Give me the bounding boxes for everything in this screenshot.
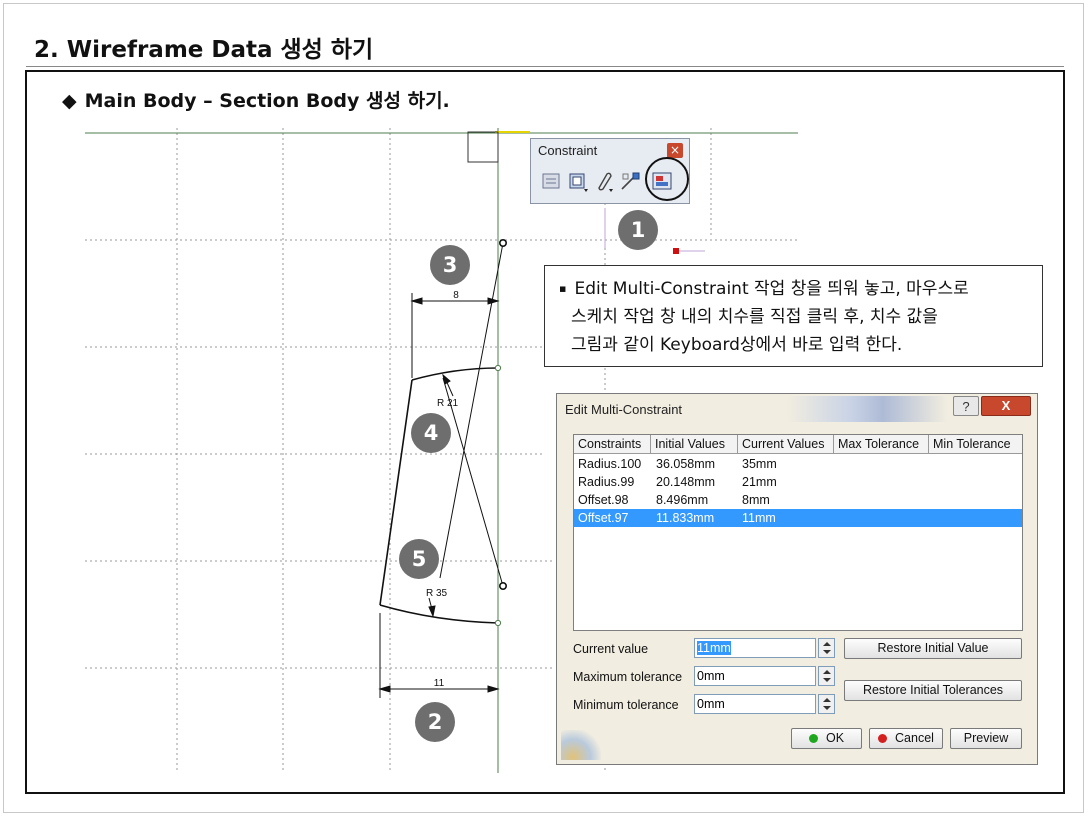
section-heading-text: Main Body – Section Body 생성 하기.	[84, 90, 450, 112]
animate-constraint-icon[interactable]	[619, 170, 641, 192]
table-row[interactable]: Radius.99 20.148mm 21mm	[574, 473, 1022, 491]
title-underline	[26, 66, 1064, 67]
row-constraint-name: Offset.98	[578, 493, 629, 507]
dimension-upper-radius-label[interactable]: R 21	[437, 398, 459, 409]
callout-2: 2	[415, 702, 455, 742]
dimension-bottom-width-label[interactable]: 11	[434, 678, 445, 689]
callout-5: 5	[399, 539, 439, 579]
constraint-dialog-icon[interactable]	[541, 170, 563, 192]
constraint-toolbar-title: Constraint	[538, 143, 598, 158]
diamond-bullet-icon: ◆	[62, 90, 77, 112]
table-row-selected[interactable]: Offset.97 11.833mm 11mm	[574, 509, 1022, 527]
row-initial-value: 20.148mm	[656, 475, 716, 489]
spin-up-icon[interactable]	[823, 698, 831, 702]
restore-initial-value-button[interactable]: Restore Initial Value	[844, 638, 1022, 659]
max-tolerance-spinner[interactable]	[818, 666, 835, 686]
callout-4: 4	[411, 413, 451, 453]
cancel-dot-icon	[878, 734, 888, 743]
row-current-value: 8mm	[742, 493, 770, 507]
constraint-list-header: Constraints Initial Values Current Value…	[574, 435, 1022, 454]
min-tolerance-input[interactable]: 0mm	[694, 694, 816, 714]
column-header-initial-values[interactable]: Initial Values	[651, 435, 738, 454]
edit-multi-constraint-dialog[interactable]: Edit Multi-Constraint ? X Constraints In…	[556, 393, 1038, 765]
spin-up-icon[interactable]	[823, 642, 831, 646]
dimension-top-width-label[interactable]: 8	[453, 290, 459, 301]
column-header-current-values[interactable]: Current Values	[738, 435, 834, 454]
current-value-spinner[interactable]	[818, 638, 835, 658]
callout-3: 3	[430, 245, 470, 285]
edit-multi-constraint-highlight	[645, 157, 689, 201]
spin-up-icon[interactable]	[823, 670, 831, 674]
row-current-value: 11mm	[742, 511, 776, 525]
table-row[interactable]: Offset.98 8.496mm 8mm	[574, 491, 1022, 509]
dimension-lower-radius[interactable]	[428, 597, 436, 618]
help-icon[interactable]: ?	[953, 396, 979, 416]
sketch-origin-box	[467, 131, 499, 163]
row-initial-value: 11.833mm	[656, 511, 715, 525]
constraint-list[interactable]: Constraints Initial Values Current Value…	[573, 434, 1023, 631]
toolbar-close-icon[interactable]: ×	[667, 143, 683, 158]
callout-1: 1	[618, 210, 658, 250]
column-header-max-tolerance[interactable]: Max Tolerance	[834, 435, 929, 454]
preview-button[interactable]: Preview	[950, 728, 1022, 749]
ok-button-label: OK	[825, 731, 845, 745]
dimension-upper-radius[interactable]	[442, 373, 454, 397]
fix-together-icon[interactable]	[593, 170, 615, 192]
note-line-2: 스케치 작업 창 내의 치수를 직접 클릭 후, 치수 값을	[571, 307, 938, 327]
column-header-min-tolerance[interactable]: Min Tolerance	[929, 435, 1022, 454]
square-bullet-icon: ▪	[559, 282, 567, 295]
dialog-corner-decoration	[561, 730, 601, 760]
page-title: 2. Wireframe Data 생성 하기	[34, 37, 374, 63]
ok-button[interactable]: OK	[791, 728, 862, 749]
row-initial-value: 36.058mm	[656, 457, 716, 471]
ok-dot-icon	[808, 734, 818, 743]
max-tolerance-input[interactable]: 0mm	[694, 666, 816, 686]
restore-initial-tolerances-button[interactable]: Restore Initial Tolerances	[844, 680, 1022, 701]
section-heading: ◆ Main Body – Section Body 생성 하기.	[62, 86, 450, 113]
column-header-constraints[interactable]: Constraints	[574, 435, 651, 454]
min-tolerance-spinner[interactable]	[818, 694, 835, 714]
table-row[interactable]: Radius.100 36.058mm 35mm	[574, 455, 1022, 473]
note-line-1: Edit Multi-Constraint 작업 창을 띄워 놓고, 마우스로	[574, 279, 969, 299]
titlebar-gradient	[787, 396, 947, 422]
dimension-lower-radius-label[interactable]: R 35	[426, 588, 448, 599]
row-constraint-name: Offset.97	[578, 511, 629, 525]
dialog-title: Edit Multi-Constraint	[565, 402, 683, 417]
note-line-3: 그림과 같이 Keyboard상에서 바로 입력 한다.	[571, 335, 903, 355]
min-tolerance-label: Minimum tolerance	[573, 698, 679, 712]
dialog-close-icon[interactable]: X	[981, 396, 1031, 416]
contact-constraint-icon[interactable]	[567, 170, 589, 192]
spin-down-icon[interactable]	[823, 650, 831, 654]
instruction-note-text: ▪ Edit Multi-Constraint 작업 창을 띄워 놓고, 마우스로…	[559, 275, 1034, 359]
row-initial-value: 8.496mm	[656, 493, 709, 507]
construction-lines	[439, 242, 504, 587]
spin-down-icon[interactable]	[823, 706, 831, 710]
row-current-value: 21mm	[742, 475, 777, 489]
current-value-input[interactable]: 11mm	[694, 638, 816, 658]
cancel-button[interactable]: Cancel	[869, 728, 943, 749]
row-constraint-name: Radius.99	[578, 475, 635, 489]
row-constraint-name: Radius.100	[578, 457, 642, 471]
instruction-note: ▪ Edit Multi-Constraint 작업 창을 띄워 놓고, 마우스로…	[544, 265, 1043, 367]
current-value-text: 11mm	[697, 641, 731, 655]
max-tolerance-label: Maximum tolerance	[573, 670, 683, 684]
current-value-label: Current value	[573, 642, 649, 656]
row-current-value: 35mm	[742, 457, 777, 471]
spin-down-icon[interactable]	[823, 678, 831, 682]
cancel-button-label: Cancel	[895, 731, 934, 745]
